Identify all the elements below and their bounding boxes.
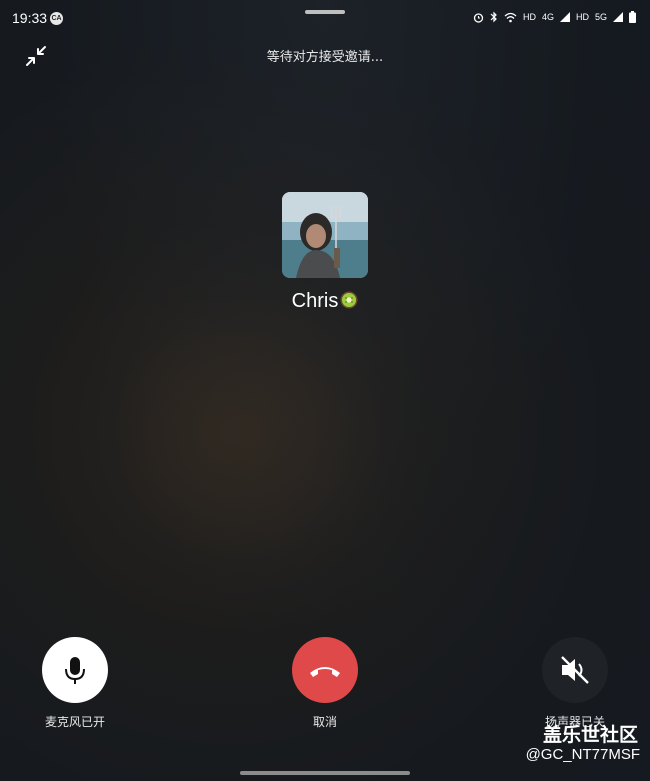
network-4g-indicator: 4G: [541, 12, 554, 22]
contact-name: Chris: [0, 290, 650, 313]
signal-icon-2: [613, 12, 623, 22]
status-bar: 19:33 CA HD 4G HD 5G: [0, 0, 650, 36]
watermark-title: 盖乐世社区: [542, 724, 638, 746]
clock: 19:33: [12, 10, 48, 26]
end-call-button[interactable]: [292, 637, 358, 703]
microphone-button[interactable]: [42, 637, 108, 703]
drag-handle[interactable]: [305, 10, 345, 14]
battery-icon: [629, 11, 636, 23]
contact-name-text: Chris: [291, 290, 339, 312]
microphone-icon: [65, 657, 85, 684]
hang-up-icon: [310, 667, 340, 677]
end-call-label: 取消: [312, 715, 337, 729]
hd-indicator: HD: [522, 12, 536, 22]
bluetooth-icon: [490, 11, 497, 23]
alarm-icon: [473, 12, 484, 23]
signal-icon: [559, 12, 570, 22]
watermark-handle: @GC_NT77MSF: [525, 746, 640, 763]
speaker-button[interactable]: [542, 637, 608, 703]
wifi-icon: [504, 12, 517, 22]
kiwi-icon: [340, 291, 358, 309]
avatar: [282, 192, 368, 278]
home-indicator[interactable]: [240, 771, 410, 775]
call-status-text: 等待对方接受邀请...: [266, 50, 384, 65]
hd-indicator-2: HD: [575, 12, 589, 22]
ca-badge: CA: [50, 12, 63, 25]
status-icons: HD 4G HD 5G: [473, 11, 636, 23]
microphone-label: 麦克风已开: [44, 715, 105, 729]
network-5g-indicator: 5G: [594, 12, 607, 22]
speaker-muted-icon: [561, 656, 589, 684]
